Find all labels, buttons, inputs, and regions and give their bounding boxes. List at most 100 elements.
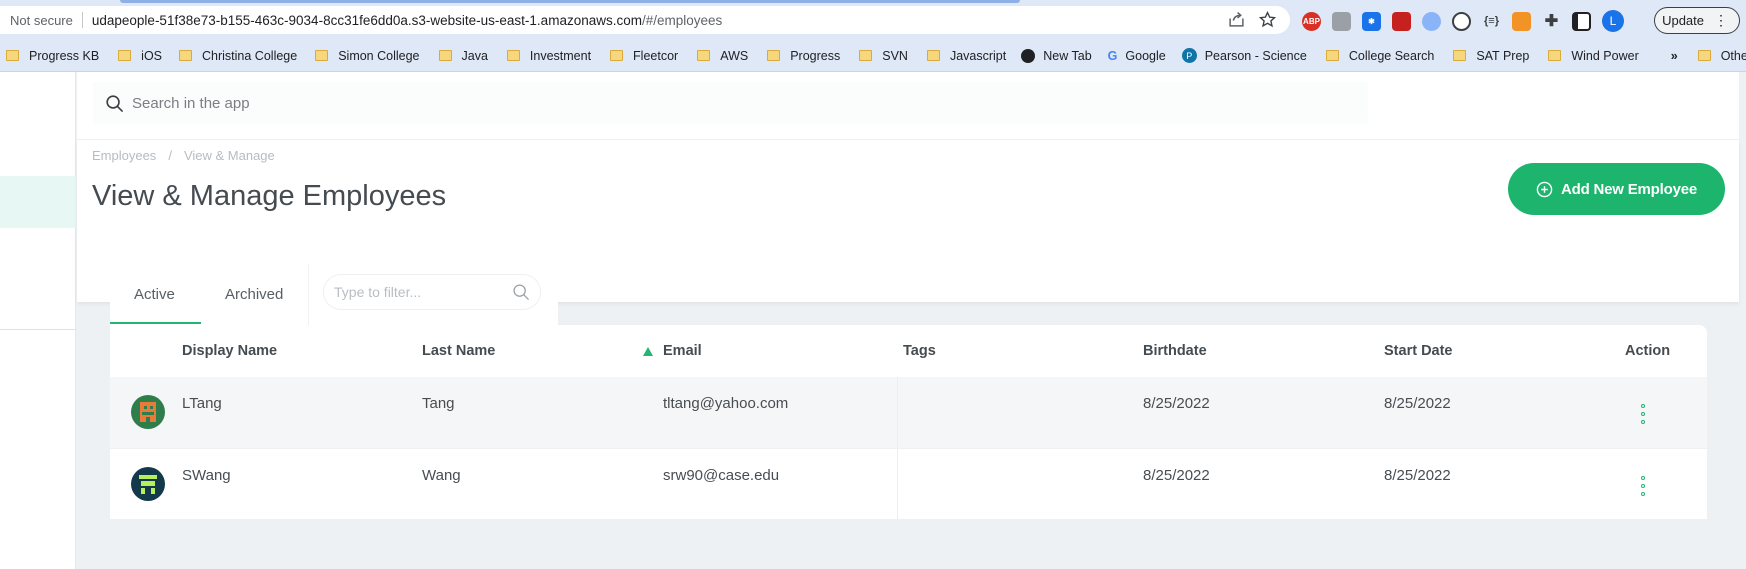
bookmark-fleetcor[interactable]: Fleetcor <box>610 49 678 63</box>
folder-icon <box>438 50 452 61</box>
app-topbar <box>77 72 1739 140</box>
folder-icon <box>610 50 624 61</box>
folder-icon <box>179 50 193 61</box>
breadcrumb-employees[interactable]: Employees <box>92 148 156 163</box>
adblock-icon[interactable]: ABP <box>1302 11 1321 31</box>
filter-input[interactable] <box>334 284 504 300</box>
extension-red-icon[interactable] <box>1392 11 1411 31</box>
not-secure-label[interactable]: Not secure <box>10 13 73 28</box>
tab-archived[interactable]: Archived <box>225 286 283 303</box>
update-button[interactable]: Update ⋮ <box>1654 7 1740 34</box>
breadcrumb-separator: / <box>168 148 172 163</box>
avatar <box>131 395 165 429</box>
google-icon: G <box>1107 48 1118 63</box>
extensions-puzzle-icon[interactable]: ✚ <box>1542 12 1561 31</box>
profile-avatar[interactable]: L <box>1602 10 1624 32</box>
bookmark-new-tab[interactable]: New Tab <box>1021 48 1092 63</box>
column-header-action: Action <box>1625 343 1671 359</box>
column-header-birthdate[interactable]: Birthdate <box>1143 343 1207 359</box>
table-row[interactable]: LTang Tang tltang@yahoo.com 8/25/2022 8/… <box>110 377 1707 448</box>
bookmark-pearson-science[interactable]: P Pearson - Science <box>1181 48 1307 63</box>
folder-icon <box>1548 50 1562 61</box>
browser-toolbar: Not secure udapeople-51f38e73-b155-463c-… <box>0 0 1746 40</box>
employees-table: Display Name Last Name Email Tags Birthd… <box>110 325 1707 520</box>
row-actions-kebab-icon[interactable] <box>1640 404 1646 424</box>
bookmark-simon-college[interactable]: Simon College <box>315 49 420 63</box>
app-search[interactable] <box>93 82 1368 124</box>
kebab-menu-icon: ⋮ <box>1714 12 1728 28</box>
tags-column-divider <box>897 449 898 520</box>
bookmark-wind-power[interactable]: Wind Power <box>1548 49 1639 63</box>
add-new-employee-button[interactable]: Add New Employee <box>1508 163 1725 215</box>
email-cell: tltang@yahoo.com <box>663 395 789 412</box>
folder-icon <box>926 50 940 61</box>
extension-circle-icon[interactable] <box>1452 11 1471 31</box>
folder-icon <box>859 50 873 61</box>
folder-icon <box>767 50 781 61</box>
extension-hex-icon[interactable] <box>1332 11 1351 31</box>
globe-icon <box>1021 48 1036 63</box>
bookmark-progress[interactable]: Progress <box>767 49 840 63</box>
bookmark-investment[interactable]: Investment <box>506 49 591 63</box>
column-header-tags[interactable]: Tags <box>903 343 936 359</box>
bookmark-ios[interactable]: iOS <box>118 49 162 63</box>
display-name-cell: SWang <box>182 467 231 484</box>
extension-braces-icon[interactable]: {≡} <box>1482 12 1501 31</box>
search-input[interactable] <box>132 94 732 112</box>
metamask-fox-icon[interactable] <box>1512 11 1531 31</box>
extension-moon-icon[interactable] <box>1422 11 1441 31</box>
display-name-cell: LTang <box>182 395 222 412</box>
side-panel-icon[interactable] <box>1572 11 1591 31</box>
sidebar-divider <box>0 329 76 330</box>
start-date-cell: 8/25/2022 <box>1384 467 1451 484</box>
tab-active[interactable]: Active <box>134 286 175 303</box>
double-chevron-icon: » <box>1670 48 1678 63</box>
avatar <box>131 467 165 501</box>
last-name-cell: Wang <box>422 467 461 484</box>
address-bar[interactable]: Not secure udapeople-51f38e73-b155-463c-… <box>0 6 1290 34</box>
bookmark-progress-kb[interactable]: Progress KB <box>6 49 99 63</box>
update-label: Update <box>1662 13 1704 28</box>
url-text[interactable]: udapeople-51f38e73-b155-463c-9034-8cc31f… <box>92 13 722 28</box>
column-header-display-name[interactable]: Display Name <box>182 343 277 359</box>
table-row[interactable]: SWang Wang srw90@case.edu 8/25/2022 8/25… <box>110 448 1707 520</box>
url-path: /#/employees <box>641 12 723 28</box>
other-bookmarks[interactable]: Other bookmarks <box>1697 49 1746 63</box>
share-icon[interactable] <box>1228 11 1245 28</box>
url-host: udapeople-51f38e73-b155-463c-9034-8cc31f… <box>91 12 642 28</box>
breadcrumb: Employees / View & Manage <box>92 148 275 163</box>
last-name-cell: Tang <box>422 395 455 412</box>
breadcrumb-current: View & Manage <box>183 148 275 163</box>
start-date-cell: 8/25/2022 <box>1384 395 1451 412</box>
row-actions-kebab-icon[interactable] <box>1640 476 1646 496</box>
folder-icon <box>1325 50 1339 61</box>
folder-icon <box>1453 50 1467 61</box>
column-header-start-date[interactable]: Start Date <box>1384 343 1453 359</box>
column-header-last-name[interactable]: Last Name <box>422 343 495 359</box>
bookmark-svn[interactable]: SVN <box>859 49 908 63</box>
bookmark-aws[interactable]: AWS <box>697 49 748 63</box>
bookmark-google[interactable]: G Google <box>1108 49 1166 63</box>
bookmark-sat-prep[interactable]: SAT Prep <box>1453 49 1529 63</box>
bookmark-java[interactable]: Java <box>438 49 488 63</box>
folder-icon <box>315 50 329 61</box>
sort-ascending-icon[interactable] <box>643 347 653 356</box>
column-header-email[interactable]: Email <box>663 343 702 359</box>
sidebar-item-employees[interactable] <box>0 176 76 228</box>
bookmarks-overflow-button[interactable]: » <box>1671 49 1678 63</box>
birthdate-cell: 8/25/2022 <box>1143 467 1210 484</box>
bookmark-star-icon[interactable] <box>1259 11 1276 28</box>
bookmark-christina-college[interactable]: Christina College <box>179 49 297 63</box>
folder-icon <box>506 50 520 61</box>
url-separator <box>81 12 83 28</box>
bookmark-javascript[interactable]: Javascript <box>926 49 1006 63</box>
search-icon <box>106 94 123 112</box>
page-title: View & Manage Employees <box>92 180 447 212</box>
tabs-divider <box>308 264 309 325</box>
table-filter[interactable] <box>323 274 541 310</box>
folder-icon <box>1697 50 1711 61</box>
tags-column-divider <box>897 377 898 448</box>
tab-strip-edge <box>120 0 1020 3</box>
bookmark-college-search[interactable]: College Search <box>1325 49 1434 63</box>
extension-snowflake-icon[interactable]: ✱ <box>1362 11 1381 31</box>
